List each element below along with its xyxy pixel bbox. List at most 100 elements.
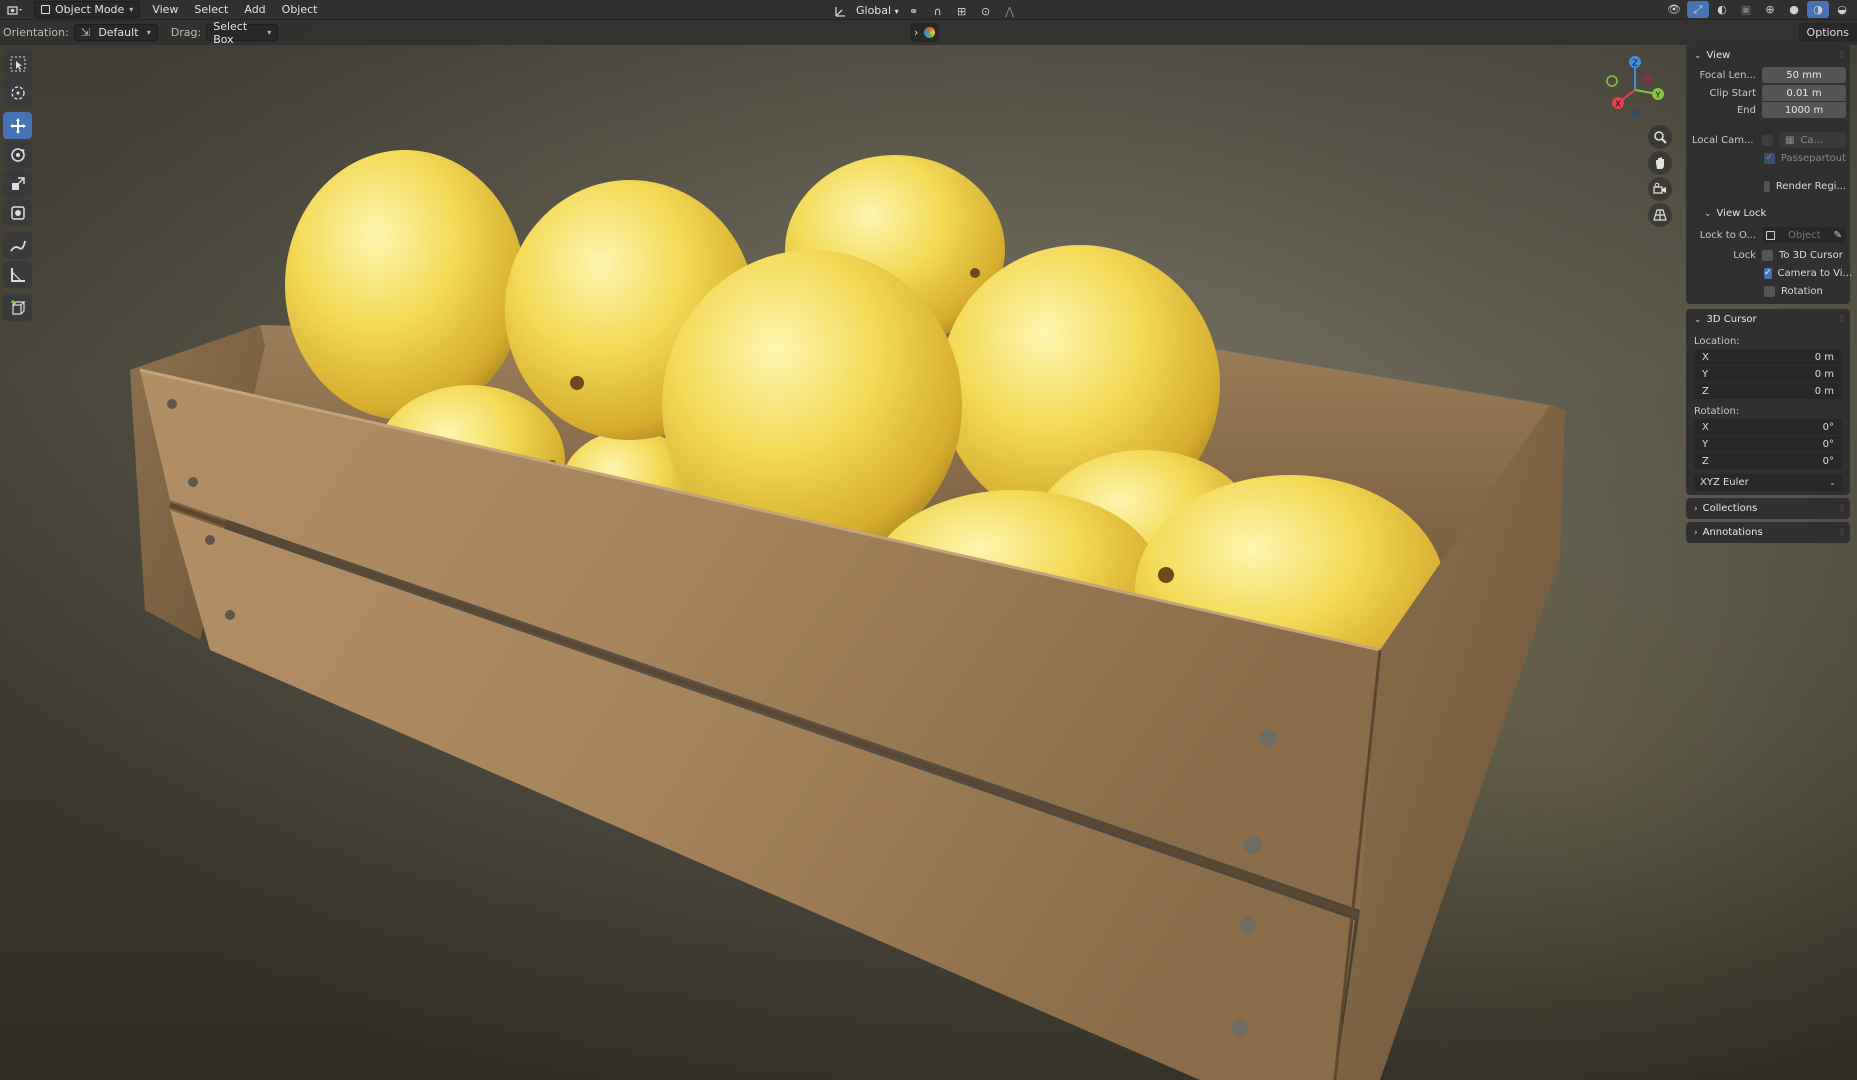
cursor-location-x[interactable]: X 0 m bbox=[1694, 349, 1842, 366]
3d-viewport[interactable] bbox=[0, 0, 1857, 1080]
nail bbox=[225, 610, 235, 620]
cursor-rotation-y[interactable]: Y 0° bbox=[1694, 436, 1842, 453]
add-cube-tool[interactable] bbox=[3, 294, 32, 321]
material-shading-icon[interactable]: ◑ bbox=[1807, 1, 1829, 18]
select-box-tool[interactable] bbox=[3, 50, 32, 77]
transform-orientation-icon[interactable] bbox=[830, 3, 852, 20]
cursor-location-y[interactable]: Y 0 m bbox=[1694, 366, 1842, 383]
asset-shelf-toggle[interactable]: › bbox=[910, 23, 940, 42]
clip-start-field[interactable]: 0.01 m bbox=[1762, 85, 1846, 101]
menu-object[interactable]: Object bbox=[274, 0, 326, 20]
overlays-icon[interactable]: ◐ bbox=[1711, 1, 1733, 18]
cursor-rotation-x[interactable]: X 0° bbox=[1694, 419, 1842, 436]
view-lock-header[interactable]: ⌄ View Lock bbox=[1686, 203, 1850, 224]
drag-grip-icon[interactable]: ⠿ bbox=[1839, 528, 1845, 537]
collections-panel[interactable]: › Collections ⠿ bbox=[1686, 498, 1850, 519]
drag-label: Drag: bbox=[170, 26, 202, 39]
wireframe-shading-icon[interactable]: ⊕ bbox=[1759, 1, 1781, 18]
cursor-rotation-z[interactable]: Z 0° bbox=[1694, 453, 1842, 470]
lock-to-object-field[interactable]: Object ✎ bbox=[1762, 227, 1846, 243]
gizmo-neg-z-axis bbox=[1630, 109, 1640, 119]
cursor-rotation-y-value: 0° bbox=[1822, 438, 1834, 450]
clip-end-field[interactable]: 1000 m bbox=[1762, 102, 1846, 118]
rendered-shading-icon[interactable]: ◒ bbox=[1831, 1, 1853, 18]
move-tool[interactable] bbox=[3, 112, 32, 139]
melon bbox=[285, 150, 525, 420]
tool-shelf bbox=[3, 50, 33, 323]
zoom-button[interactable] bbox=[1648, 125, 1672, 149]
menu-view[interactable]: View bbox=[144, 0, 186, 20]
menu-select[interactable]: Select bbox=[186, 0, 236, 20]
visibility-icon[interactable]: 👁 bbox=[1663, 1, 1685, 18]
nail bbox=[1259, 729, 1277, 747]
annotations-panel[interactable]: › Annotations ⠿ bbox=[1686, 522, 1850, 543]
eyedropper-icon[interactable]: ✎ bbox=[1834, 230, 1842, 241]
projection-toggle-button[interactable] bbox=[1648, 203, 1672, 227]
proportional-editing-icon[interactable]: ⊙ bbox=[975, 3, 997, 20]
measure-tool[interactable] bbox=[3, 261, 32, 288]
drag-grip-icon[interactable]: ⠿ bbox=[1839, 504, 1845, 513]
orientation-dropdown[interactable]: ⇲ Default ▾ bbox=[73, 24, 158, 41]
camera-view-button[interactable] bbox=[1648, 177, 1672, 201]
rotation-mode-value: XYZ Euler bbox=[1700, 477, 1749, 488]
view-panel-header[interactable]: ⌄ View ⠿ bbox=[1686, 45, 1850, 66]
cursor-location-z[interactable]: Z 0 m bbox=[1694, 383, 1842, 400]
camera-to-view-checkbox[interactable]: ✓ bbox=[1764, 267, 1772, 279]
snap-icon[interactable]: ∩ bbox=[927, 3, 949, 20]
axis-y-label: Y bbox=[1702, 368, 1709, 380]
transform-orientation-dropdown[interactable]: Global ▾ bbox=[854, 1, 901, 21]
nail bbox=[1244, 836, 1262, 854]
melon-stem bbox=[970, 268, 980, 278]
clip-end-label: End bbox=[1736, 104, 1756, 116]
axis-x-label: X bbox=[1702, 351, 1709, 363]
drag-grip-icon[interactable]: ⠿ bbox=[1839, 315, 1845, 324]
gizmo-toggle-icon[interactable]: ⤢ bbox=[1687, 1, 1709, 18]
passepartout-label: Passepartout bbox=[1780, 152, 1846, 164]
options-button[interactable]: Options bbox=[1798, 23, 1857, 42]
lock-rotation-checkbox[interactable] bbox=[1764, 285, 1775, 297]
chevron-down-icon: ⌄ bbox=[1704, 208, 1712, 219]
scale-icon bbox=[11, 176, 25, 190]
chevron-right-icon: › bbox=[914, 26, 919, 39]
scale-tool[interactable] bbox=[3, 170, 32, 197]
collections-header[interactable]: › Collections ⠿ bbox=[1686, 498, 1850, 519]
local-camera-value: Ca... bbox=[1800, 134, 1824, 146]
annotate-tool[interactable] bbox=[3, 232, 32, 259]
3d-cursor-header[interactable]: ⌄ 3D Cursor ⠿ bbox=[1686, 309, 1850, 330]
drag-dropdown[interactable]: Select Box ▾ bbox=[206, 20, 279, 46]
pan-button[interactable] bbox=[1648, 151, 1672, 175]
view-panel: ⌄ View ⠿ Focal Len... 50 mm Clip Start 0… bbox=[1686, 45, 1852, 304]
mode-dropdown[interactable]: Object Mode ▾ bbox=[34, 1, 141, 18]
chevron-down-icon: ▾ bbox=[267, 28, 272, 37]
falloff-icon[interactable]: ⋀ bbox=[999, 3, 1021, 20]
solid-shading-icon[interactable]: ● bbox=[1783, 1, 1805, 18]
menu-add[interactable]: Add bbox=[236, 0, 273, 20]
lock-to-cursor-checkbox[interactable] bbox=[1762, 249, 1773, 261]
drag-grip-icon[interactable]: ⠿ bbox=[1839, 51, 1845, 60]
editor-type-icon[interactable] bbox=[4, 1, 26, 18]
snap-target-icon[interactable]: ⊞ bbox=[951, 3, 973, 20]
chevron-down-icon: ⌄ bbox=[1694, 314, 1702, 325]
focal-length-label: Focal Len... bbox=[1699, 69, 1756, 81]
nail bbox=[1232, 1020, 1248, 1036]
navigation-gizmo[interactable]: Z Y X bbox=[1600, 52, 1670, 122]
focal-length-field[interactable]: 50 mm bbox=[1762, 67, 1846, 83]
pivot-point-icon[interactable]: ⚭ bbox=[903, 3, 925, 20]
axis-y-label: Y bbox=[1702, 438, 1709, 450]
local-camera-field[interactable]: ▦ Ca... bbox=[1779, 132, 1846, 148]
xray-icon[interactable]: ▣ bbox=[1735, 1, 1757, 18]
passepartout-checkbox[interactable]: ✓ bbox=[1764, 152, 1775, 164]
rotation-mode-dropdown[interactable]: XYZ Euler ⌄ bbox=[1694, 474, 1842, 491]
material-preview-icon bbox=[924, 27, 936, 38]
render-region-checkbox[interactable] bbox=[1764, 180, 1770, 192]
transform-tool[interactable] bbox=[3, 199, 32, 226]
location-label: Location: bbox=[1694, 336, 1740, 347]
camera-icon bbox=[1653, 182, 1666, 194]
lock-to-cursor-label: To 3D Cursor bbox=[1779, 249, 1843, 261]
cursor-tool[interactable] bbox=[3, 79, 32, 106]
local-camera-checkbox[interactable] bbox=[1762, 134, 1773, 146]
annotations-header[interactable]: › Annotations ⠿ bbox=[1686, 522, 1850, 543]
rotate-tool[interactable] bbox=[3, 141, 32, 168]
gizmo-z-label: Z bbox=[1632, 59, 1638, 68]
nail bbox=[205, 535, 215, 545]
